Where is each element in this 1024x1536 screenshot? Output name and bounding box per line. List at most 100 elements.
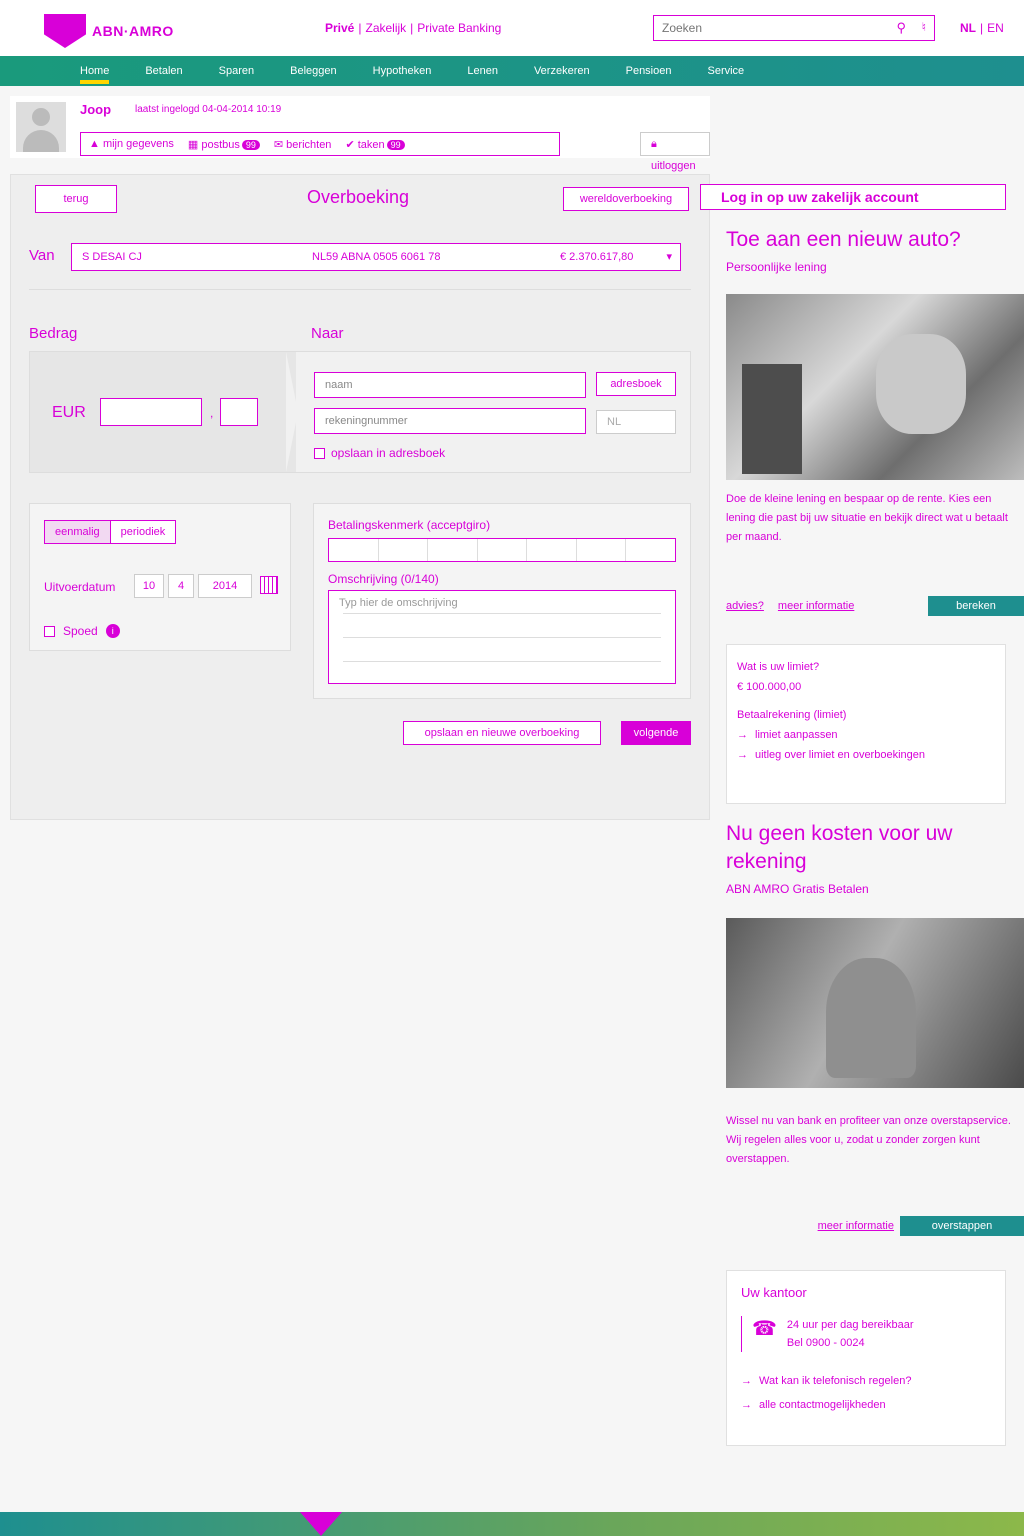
- decimal-separator: ,: [210, 406, 214, 420]
- description-box: Betalingskenmerk (acceptgiro) Omschrijvi…: [313, 503, 691, 699]
- nav-item-sparen[interactable]: Sparen: [219, 56, 254, 86]
- contact-all-link[interactable]: alle contactmogelijkheden: [741, 1396, 991, 1414]
- lock-icon: 🔒︎: [651, 138, 657, 150]
- segment-prive[interactable]: Privé: [325, 21, 354, 35]
- promo-advice-link[interactable]: advies?: [726, 600, 764, 612]
- amount-decimal-input[interactable]: [220, 398, 258, 426]
- lang-en[interactable]: EN: [987, 21, 1004, 35]
- promo-heading: Toe aan een nieuw auto?: [726, 228, 961, 251]
- divider: [29, 289, 691, 290]
- logout-label: uitloggen: [651, 160, 696, 172]
- user-link-postbus[interactable]: ▦ postbus 99: [188, 138, 260, 151]
- reference-cell[interactable]: [626, 539, 675, 561]
- currency-label: EUR: [52, 404, 86, 421]
- nav-item-home[interactable]: Home: [80, 56, 110, 86]
- promo-text: Doe de kleine lening en bespaar op de re…: [726, 493, 1008, 543]
- promo-cta-button[interactable]: bereken: [928, 596, 1024, 616]
- user-link-label: postbus: [201, 138, 240, 151]
- top-header: ABN·AMRO Privé | Zakelijk | Private Bank…: [0, 0, 1024, 56]
- info-icon[interactable]: i: [105, 624, 120, 638]
- save-address-label: opslaan in adresboek: [331, 446, 446, 460]
- recipient-name-input[interactable]: naam: [314, 372, 586, 398]
- avatar: [16, 102, 66, 152]
- logo-text: ABN·AMRO: [92, 23, 174, 39]
- nav-item-hypotheken[interactable]: Hypotheken: [373, 56, 432, 86]
- user-link-gegevens[interactable]: ▲ mijn gegevens: [89, 138, 174, 150]
- exec-day-input[interactable]: 10: [134, 574, 164, 598]
- recipient-section: naam adresboek rekeningnummer NL opslaan…: [296, 352, 690, 472]
- urgent-checkbox[interactable]: Spoed i: [44, 624, 120, 638]
- nav-item-lenen[interactable]: Lenen: [467, 56, 498, 86]
- contact-line: 24 uur per dag bereikbaar: [786, 1319, 914, 1331]
- next-button[interactable]: volgende: [621, 721, 691, 745]
- amount-label: Bedrag: [29, 325, 78, 342]
- transfer-form: terug Overboeking wereldoverboeking Van …: [10, 174, 710, 820]
- exec-year-input[interactable]: 2014: [198, 574, 252, 598]
- date-box: eenmalig periodiek Uitvoerdatum 10 4 201…: [29, 503, 291, 651]
- reference-cell[interactable]: [379, 539, 429, 561]
- calendar-icon[interactable]: [260, 576, 278, 594]
- reference-cell[interactable]: [329, 539, 379, 561]
- amount-integer-input[interactable]: [100, 398, 202, 426]
- promo2-text: Wissel nu van bank en profiteer van onze…: [726, 1115, 1011, 1165]
- from-account-iban: NL59 ABNA 0505 6061 78: [312, 251, 441, 263]
- limit-explain-link[interactable]: uitleg over limiet en overboekingen: [737, 745, 995, 765]
- description-label: Omschrijving (0/140): [328, 572, 439, 586]
- payment-reference-input[interactable]: [328, 538, 676, 562]
- contact-phone-link[interactable]: Wat kan ik telefonisch regelen?: [741, 1372, 991, 1390]
- promo-subheading: Persoonlijke lening: [726, 260, 827, 274]
- description-textarea[interactable]: Typ hier de omschrijving: [328, 590, 676, 684]
- from-account-select[interactable]: S DESAI CJ NL59 ABNA 0505 6061 78 € 2.37…: [71, 243, 681, 271]
- limit-adjust-link[interactable]: limiet aanpassen: [737, 725, 995, 745]
- avatar-body-icon: [23, 130, 59, 152]
- segment-private-banking[interactable]: Private Banking: [417, 21, 501, 35]
- user-name: Joop: [80, 102, 112, 117]
- save-and-new-button[interactable]: opslaan en nieuwe overboeking: [403, 721, 601, 745]
- shield-logo-icon: [44, 14, 86, 48]
- bank-logo[interactable]: ABN·AMRO: [44, 14, 174, 48]
- search-input[interactable]: [654, 16, 884, 40]
- promo2-cta-button[interactable]: overstappen: [900, 1216, 1024, 1236]
- back-button[interactable]: terug: [35, 185, 117, 213]
- search-icon[interactable]: ⚲: [896, 20, 906, 36]
- phone-icon: ☎: [752, 1318, 777, 1340]
- reference-cell[interactable]: [577, 539, 627, 561]
- international-transfer-button[interactable]: wereldoverboeking: [563, 187, 689, 211]
- chevron-down-icon: ▾: [666, 251, 672, 263]
- taken-count-badge: 99: [386, 139, 405, 150]
- promo-info-link[interactable]: meer informatie: [778, 600, 854, 612]
- microphone-icon[interactable]: ♮: [922, 20, 926, 34]
- promo2-image-shape: [826, 958, 916, 1078]
- promo2-info-link[interactable]: meer informatie: [818, 1220, 894, 1232]
- execution-date-label: Uitvoerdatum: [44, 580, 116, 594]
- freq-once[interactable]: eenmalig: [45, 521, 110, 543]
- nav-item-pensioen[interactable]: Pensioen: [626, 56, 672, 86]
- logout-button[interactable]: 🔒︎ uitloggen: [640, 132, 710, 172]
- freq-periodic[interactable]: periodiek: [109, 521, 176, 543]
- search-box: ⚲ ♮: [653, 15, 935, 41]
- save-address-checkbox[interactable]: opslaan in adresboek: [314, 446, 445, 460]
- business-login-bar[interactable]: Log in op uw zakelijk account: [700, 184, 1006, 210]
- contact-line: Bel 0900 - 0024: [786, 1337, 865, 1349]
- address-book-button[interactable]: adresboek: [596, 372, 676, 396]
- exec-month-input[interactable]: 4: [168, 574, 194, 598]
- limit-amount: € 100.000,00: [737, 681, 802, 693]
- nav-item-beleggen[interactable]: Beleggen: [290, 56, 337, 86]
- contact-row: ☎ 24 uur per dag bereikbaar Bel 0900 - 0…: [741, 1316, 991, 1352]
- description-placeholder: Typ hier de omschrijving: [339, 597, 458, 609]
- nav-item-betalen[interactable]: Betalen: [145, 56, 182, 86]
- lang-nl[interactable]: NL: [960, 21, 976, 35]
- check-icon: ✔: [345, 138, 358, 151]
- recipient-account-input[interactable]: rekeningnummer: [314, 408, 586, 434]
- reference-cell[interactable]: [527, 539, 577, 561]
- nav-item-verzekeren[interactable]: Verzekeren: [534, 56, 590, 86]
- reference-cell[interactable]: [478, 539, 528, 561]
- limit-title: Wat is uw limiet?: [737, 661, 820, 673]
- reference-cell[interactable]: [428, 539, 478, 561]
- user-link-berichten[interactable]: ✉ berichten: [274, 138, 332, 151]
- nav-item-service[interactable]: Service: [707, 56, 744, 86]
- segment-zakelijk[interactable]: Zakelijk: [365, 21, 406, 35]
- from-account-balance: € 2.370.617,80: [560, 251, 634, 263]
- footer-bar: [0, 1512, 1024, 1536]
- user-link-taken[interactable]: ✔ taken 99: [345, 138, 405, 151]
